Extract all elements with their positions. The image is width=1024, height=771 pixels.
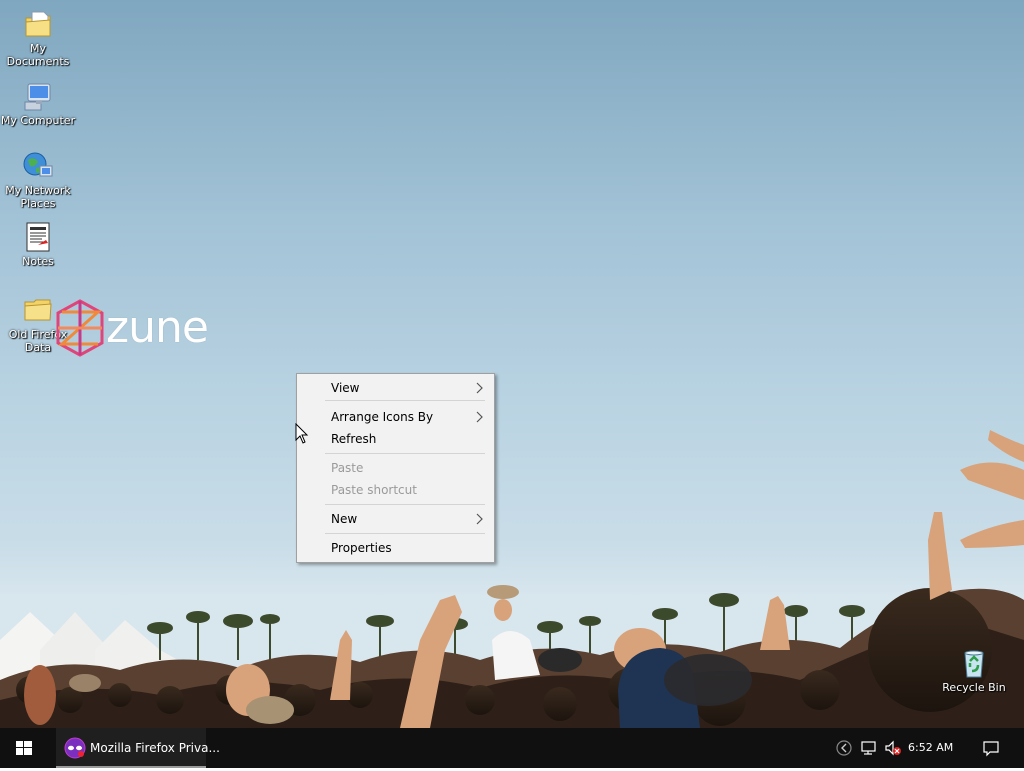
desktop[interactable]: My Documents My Computer My Network Plac…	[0, 0, 1024, 728]
desktop-icon-label: Notes	[22, 255, 54, 268]
my-documents-icon	[22, 8, 54, 40]
desktop-icon-my-computer[interactable]: My Computer	[0, 80, 76, 127]
desktop-icon-my-network-places[interactable]: My Network Places	[0, 150, 76, 210]
chevron-right-icon	[476, 411, 483, 423]
zune-emblem-icon	[56, 299, 104, 357]
menu-item-paste-shortcut: Paste shortcut	[297, 479, 494, 501]
start-button[interactable]	[0, 728, 48, 768]
desktop-icon-label: My Documents	[6, 42, 70, 68]
menu-item-label: New	[331, 512, 358, 526]
menu-item-label: Properties	[331, 541, 392, 555]
network-icon[interactable]	[860, 740, 878, 756]
recycle-bin-icon	[958, 647, 990, 679]
menu-item-label: Paste shortcut	[331, 483, 417, 497]
desktop-context-menu: View Arrange Icons By Refresh Paste Past…	[296, 373, 495, 563]
menu-item-refresh[interactable]: Refresh	[297, 428, 494, 450]
taskbar-item-firefox-private[interactable]: Mozilla Firefox Priva...	[56, 728, 220, 768]
desktop-icon-recycle-bin[interactable]: Recycle Bin	[936, 647, 1012, 694]
wallpaper-crowd-scene	[0, 430, 1024, 728]
zune-wordmark: zune	[106, 302, 209, 353]
menu-separator	[325, 453, 485, 454]
windows-logo-icon	[16, 741, 32, 755]
network-places-icon	[22, 150, 54, 182]
menu-item-label: Arrange Icons By	[331, 410, 434, 424]
menu-item-paste: Paste	[297, 457, 494, 479]
taskbar: Mozilla Firefox Priva... 6:52 AM	[0, 728, 1024, 768]
taskbar-item-label: Mozilla Firefox Priva...	[90, 741, 220, 755]
firefox-private-icon	[64, 737, 86, 759]
chevron-right-icon	[476, 382, 483, 394]
volume-muted-icon[interactable]	[884, 740, 902, 756]
desktop-icon-label: Recycle Bin	[942, 681, 1006, 694]
desktop-icon-label: My Network Places	[5, 184, 71, 210]
desktop-icon-notes[interactable]: Notes	[0, 221, 76, 268]
menu-separator	[325, 504, 485, 505]
action-center-icon[interactable]	[982, 739, 1000, 757]
notes-document-icon	[22, 221, 54, 253]
mouse-pointer-icon	[295, 423, 309, 444]
menu-separator	[325, 533, 485, 534]
desktop-icon-my-documents[interactable]: My Documents	[0, 8, 76, 68]
menu-item-arrange-icons-by[interactable]: Arrange Icons By	[297, 406, 494, 428]
menu-item-view[interactable]: View	[297, 377, 494, 399]
menu-item-new[interactable]: New	[297, 508, 494, 530]
folder-icon	[22, 294, 54, 326]
menu-item-label: View	[331, 381, 360, 395]
menu-item-properties[interactable]: Properties	[297, 537, 494, 559]
my-computer-icon	[22, 80, 54, 112]
show-hidden-icons-chevron-icon[interactable]	[836, 740, 854, 756]
desktop-icon-label: My Computer	[0, 114, 76, 127]
zune-logo: zune	[54, 298, 224, 358]
menu-item-label: Refresh	[331, 432, 377, 446]
menu-separator	[325, 400, 485, 401]
chevron-right-icon	[476, 513, 483, 525]
taskbar-clock[interactable]: 6:52 AM	[908, 741, 953, 754]
menu-item-label: Paste	[331, 461, 364, 475]
